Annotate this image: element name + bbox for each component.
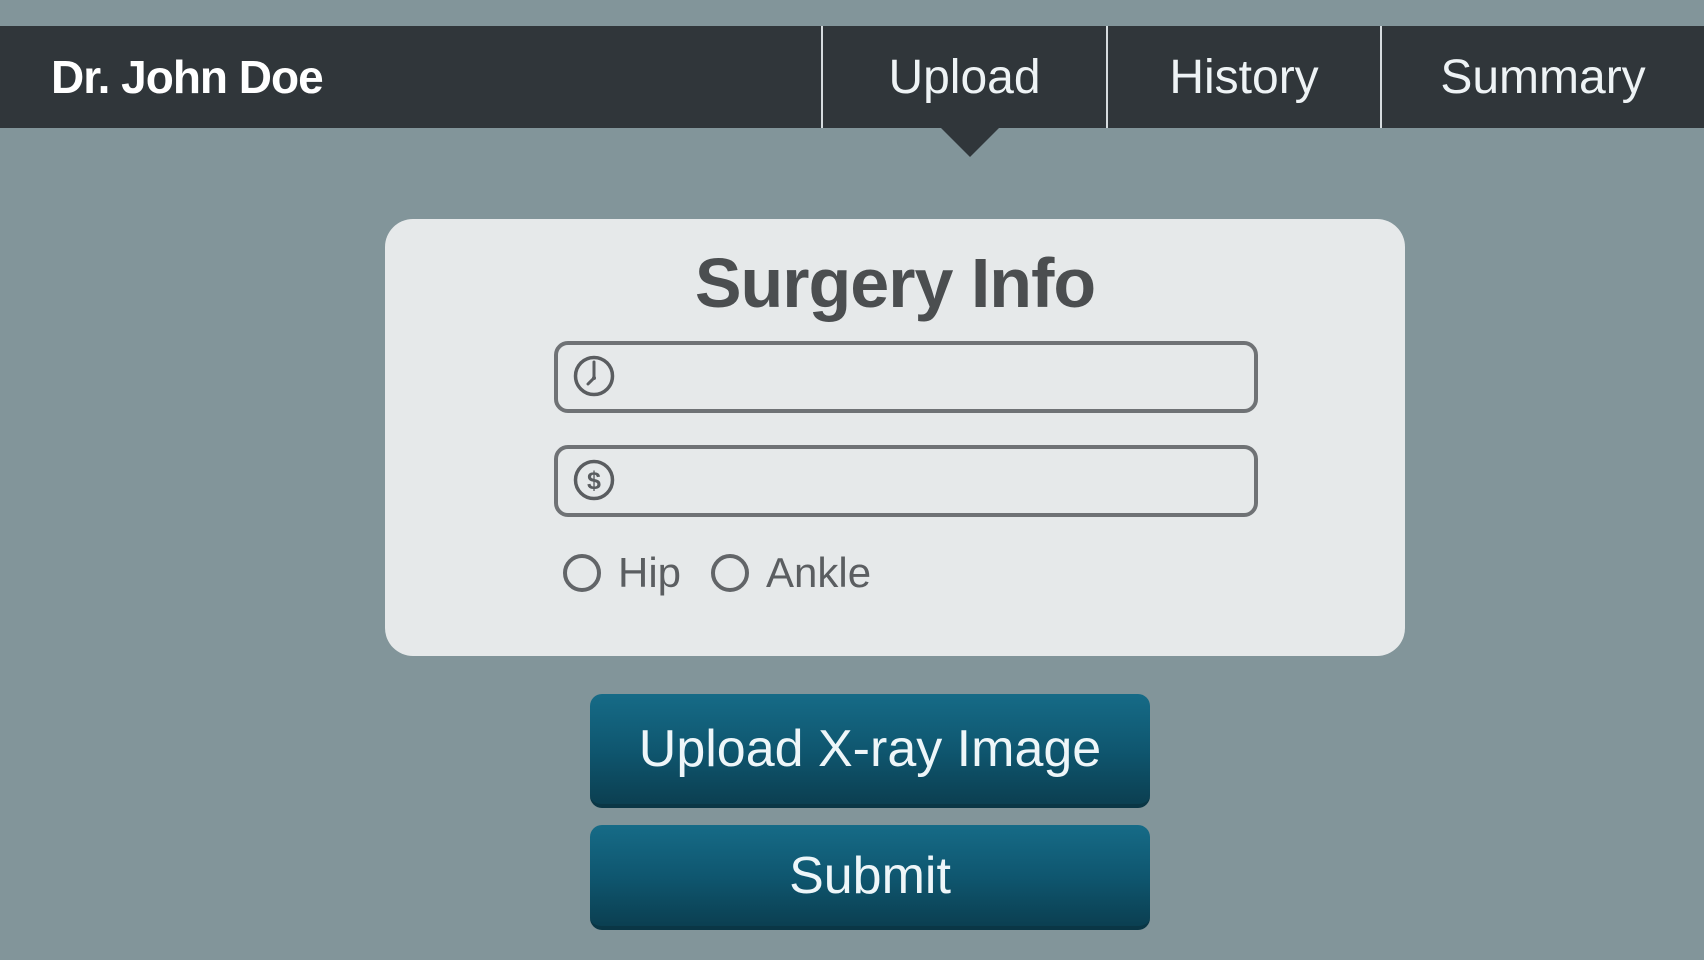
doctor-name: Dr. John Doe: [51, 51, 324, 103]
radio-label-hip: Hip: [618, 549, 682, 596]
card-title: Surgery Info: [694, 244, 1096, 322]
radio-option-ankle[interactable]: Ankle: [711, 549, 871, 597]
radio-button-ankle[interactable]: [711, 554, 750, 592]
upload-xray-button[interactable]: Upload X-ray Image: [590, 694, 1150, 808]
surgery-type-radio-group: Hip Ankle: [563, 543, 901, 603]
svg-text:$: $: [587, 467, 601, 495]
radio-button-hip[interactable]: [563, 554, 601, 592]
active-tab-indicator: [940, 127, 1000, 157]
radio-label-ankle: Ankle: [766, 549, 872, 596]
surgery-cost-field[interactable]: $: [554, 445, 1258, 517]
submit-button[interactable]: Submit: [590, 825, 1150, 930]
dollar-icon: $: [573, 459, 615, 501]
tab-history[interactable]: History: [1106, 26, 1380, 128]
tab-summary[interactable]: Summary: [1380, 26, 1704, 128]
tab-upload[interactable]: Upload: [821, 26, 1106, 128]
top-nav-bar: Dr. John Doe Upload History Summary: [0, 26, 1704, 128]
surgery-cost-input[interactable]: [628, 449, 1242, 515]
radio-option-hip[interactable]: Hip: [563, 549, 681, 597]
clock-icon: [573, 355, 615, 397]
surgery-info-card: Surgery Info $ Hip Ankle: [385, 219, 1405, 656]
surgery-time-input[interactable]: [628, 345, 1242, 411]
surgery-time-field[interactable]: [554, 341, 1258, 413]
